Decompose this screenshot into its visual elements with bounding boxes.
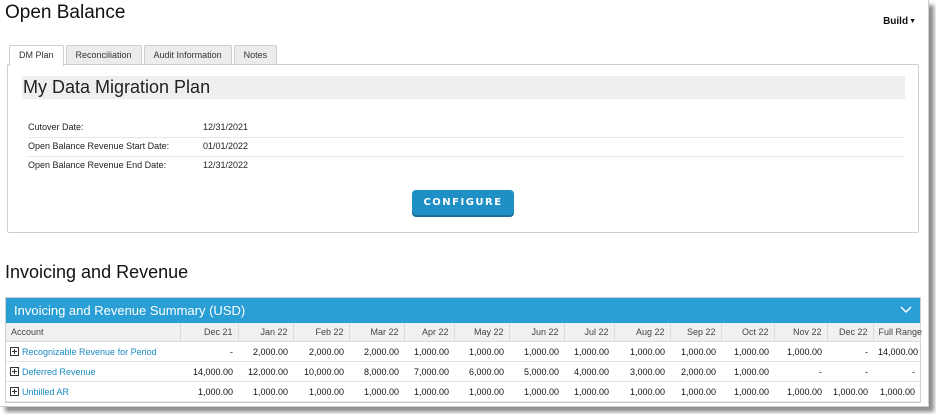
- table-cell: 1,000.00: [670, 341, 721, 362]
- table-cell: 1,000.00: [614, 381, 670, 402]
- table-cell: 1,000.00: [454, 381, 509, 402]
- table-cell: 1,000.00: [509, 381, 564, 402]
- column-header: May 22: [454, 323, 510, 342]
- table-cell: 14,000.00: [180, 361, 238, 382]
- tab-audit-information[interactable]: Audit Information: [143, 45, 232, 64]
- summary-title: Invoicing and Revenue Summary (USD): [14, 303, 246, 318]
- table-cell: 1,000.00: [509, 341, 564, 362]
- field-label: Open Balance Revenue Start Date:: [28, 141, 170, 151]
- column-header: Dec 21: [180, 323, 239, 342]
- table-cell: 6,000.00: [454, 361, 509, 382]
- app-window: Open Balance Build▼ DM Plan Reconciliati…: [0, 0, 929, 407]
- page-title: Open Balance: [5, 2, 126, 23]
- table-cell: 1,000.00: [827, 381, 873, 402]
- table-cell: 1,000.00: [238, 381, 293, 402]
- table-cell: 1,000.00: [404, 341, 454, 362]
- configure-button[interactable]: CONFIGURE: [412, 190, 514, 215]
- table-cell: 5,000.00: [509, 361, 564, 382]
- column-header: Nov 22: [774, 323, 828, 342]
- table-cell: 8,000.00: [349, 361, 404, 382]
- table-cell: 12,000.00: [238, 361, 293, 382]
- caret-down-icon: ▼: [909, 18, 916, 25]
- field-value: 12/31/2022: [203, 160, 249, 170]
- expand-plus-icon[interactable]: [10, 386, 19, 396]
- summary-header[interactable]: Invoicing and Revenue Summary (USD): [6, 298, 920, 323]
- account-link[interactable]: Unbilled AR: [22, 387, 69, 397]
- field-row-revenue-start-date: Open Balance Revenue Start Date: 01/01/2…: [28, 137, 904, 157]
- table-cell: 10,000.00: [293, 361, 349, 382]
- table-cell: -: [180, 341, 238, 362]
- table-cell: 1,000.00: [721, 381, 774, 402]
- table-cell: 2,000.00: [293, 341, 349, 362]
- table-cell: 3,000.00: [614, 361, 670, 382]
- table-cell: 1,000.00: [774, 381, 827, 402]
- column-header: Dec 22: [827, 323, 874, 342]
- build-menu[interactable]: Build▼: [883, 16, 916, 27]
- section-title-invoicing: Invoicing and Revenue: [5, 262, 189, 282]
- column-header: Jan 22: [238, 323, 294, 342]
- table-cell: 1,000.00: [349, 381, 404, 402]
- account-cell: Unbilled AR: [6, 381, 180, 402]
- column-header: Feb 22: [293, 323, 350, 342]
- field-row-cutover-date: Cutover Date: 12/31/2021: [28, 118, 904, 138]
- expand-plus-icon[interactable]: [10, 346, 19, 356]
- account-cell: Recognizable Revenue for Period: [6, 341, 180, 362]
- column-header: Oct 22: [721, 323, 775, 342]
- invoicing-summary-panel: Invoicing and Revenue Summary (USD) Acco…: [5, 297, 922, 403]
- table-cell: 1,000.00: [873, 381, 920, 402]
- tab-bar: DM Plan Reconciliation Audit Information…: [9, 45, 279, 66]
- table-cell: 1,000.00: [180, 381, 238, 402]
- table-cell: 1,000.00: [454, 341, 509, 362]
- table-cell: -: [827, 361, 873, 382]
- column-header: Jun 22: [509, 323, 565, 342]
- table-cell: 2,000.00: [670, 361, 721, 382]
- build-menu-label: Build: [883, 16, 909, 27]
- table-cell: 1,000.00: [293, 381, 349, 402]
- expand-plus-icon[interactable]: [10, 366, 19, 376]
- account-link[interactable]: Deferred Revenue: [22, 367, 96, 377]
- table-cell: 2,000.00: [349, 341, 404, 362]
- table-cell: -: [774, 361, 827, 382]
- table-cell: 1,000.00: [614, 341, 670, 362]
- chevron-down-icon[interactable]: [900, 302, 912, 316]
- tab-reconciliation[interactable]: Reconciliation: [65, 45, 142, 64]
- column-header: Jul 22: [564, 323, 615, 342]
- tab-notes[interactable]: Notes: [233, 45, 278, 64]
- table-cell: -: [873, 361, 920, 382]
- table-cell: 4,000.00: [564, 361, 614, 382]
- table-cell: 1,000.00: [564, 381, 614, 402]
- plan-title: My Data Migration Plan: [22, 76, 905, 99]
- field-value: 12/31/2021: [203, 122, 249, 132]
- table-cell: 2,000.00: [238, 341, 293, 362]
- column-header: Sep 22: [670, 323, 722, 342]
- table-cell: 7,000.00: [404, 361, 454, 382]
- column-header: Aug 22: [614, 323, 671, 342]
- table-cell: 1,000.00: [721, 361, 774, 382]
- field-label: Open Balance Revenue End Date:: [28, 160, 167, 170]
- table-row: Deferred Revenue 14,000.00 12,000.00 10,…: [6, 361, 920, 382]
- table-row: Recognizable Revenue for Period - 2,000.…: [6, 341, 920, 362]
- table-cell: -: [827, 341, 873, 362]
- table-cell: 1,000.00: [564, 341, 614, 362]
- table-cell: 1,000.00: [774, 341, 827, 362]
- column-header: Mar 22: [349, 323, 405, 342]
- column-header: Account: [6, 323, 181, 342]
- summary-table: Account Dec 21 Jan 22 Feb 22 Mar 22 Apr …: [6, 323, 922, 402]
- table-cell: 1,000.00: [404, 381, 454, 402]
- table-row: Unbilled AR 1,000.00 1,000.00 1,000.00 1…: [6, 381, 920, 402]
- account-cell: Deferred Revenue: [6, 361, 180, 382]
- field-label: Cutover Date:: [28, 122, 84, 132]
- table-cell: 1,000.00: [721, 341, 774, 362]
- tab-dm-plan[interactable]: DM Plan: [9, 45, 64, 66]
- field-value: 01/01/2022: [203, 141, 249, 151]
- column-header: Full Range: [873, 323, 922, 342]
- account-link[interactable]: Recognizable Revenue for Period: [22, 347, 157, 357]
- table-cell: 1,000.00: [670, 381, 721, 402]
- dm-plan-panel: My Data Migration Plan Cutover Date: 12/…: [7, 64, 919, 233]
- table-header-row: Account Dec 21 Jan 22 Feb 22 Mar 22 Apr …: [6, 323, 922, 342]
- column-header: Apr 22: [404, 323, 455, 342]
- table-cell: 14,000.00: [873, 341, 920, 362]
- field-row-revenue-end-date: Open Balance Revenue End Date: 12/31/202…: [28, 156, 904, 175]
